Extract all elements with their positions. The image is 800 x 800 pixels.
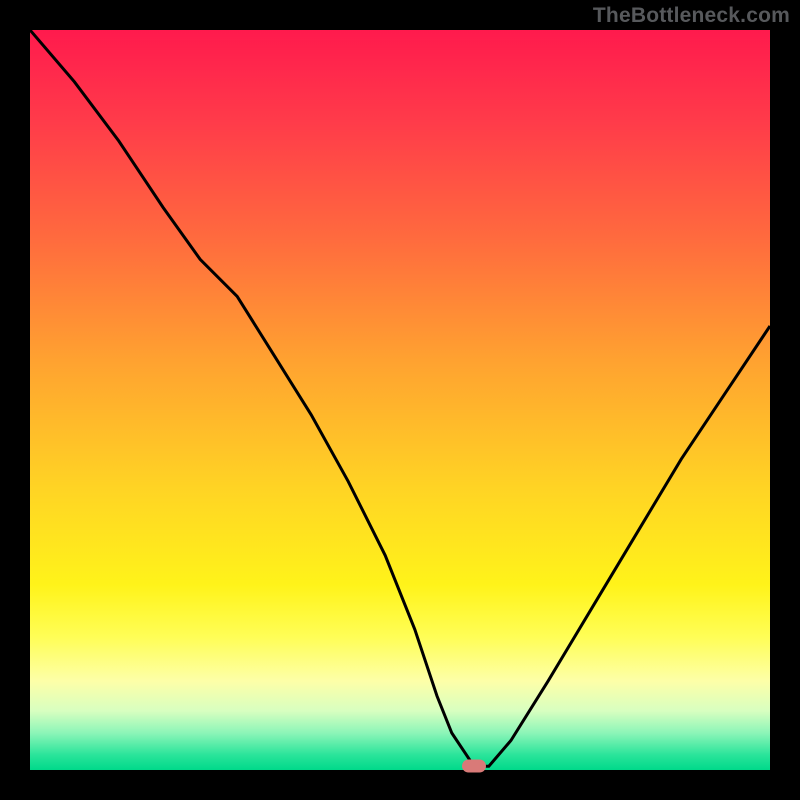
watermark-text: TheBottleneck.com [593, 4, 790, 28]
bottleneck-chart: TheBottleneck.com [0, 0, 800, 800]
optimum-marker [462, 760, 486, 773]
bottleneck-curve-path [30, 30, 770, 766]
curve-svg [30, 30, 770, 770]
plot-area [30, 30, 770, 770]
